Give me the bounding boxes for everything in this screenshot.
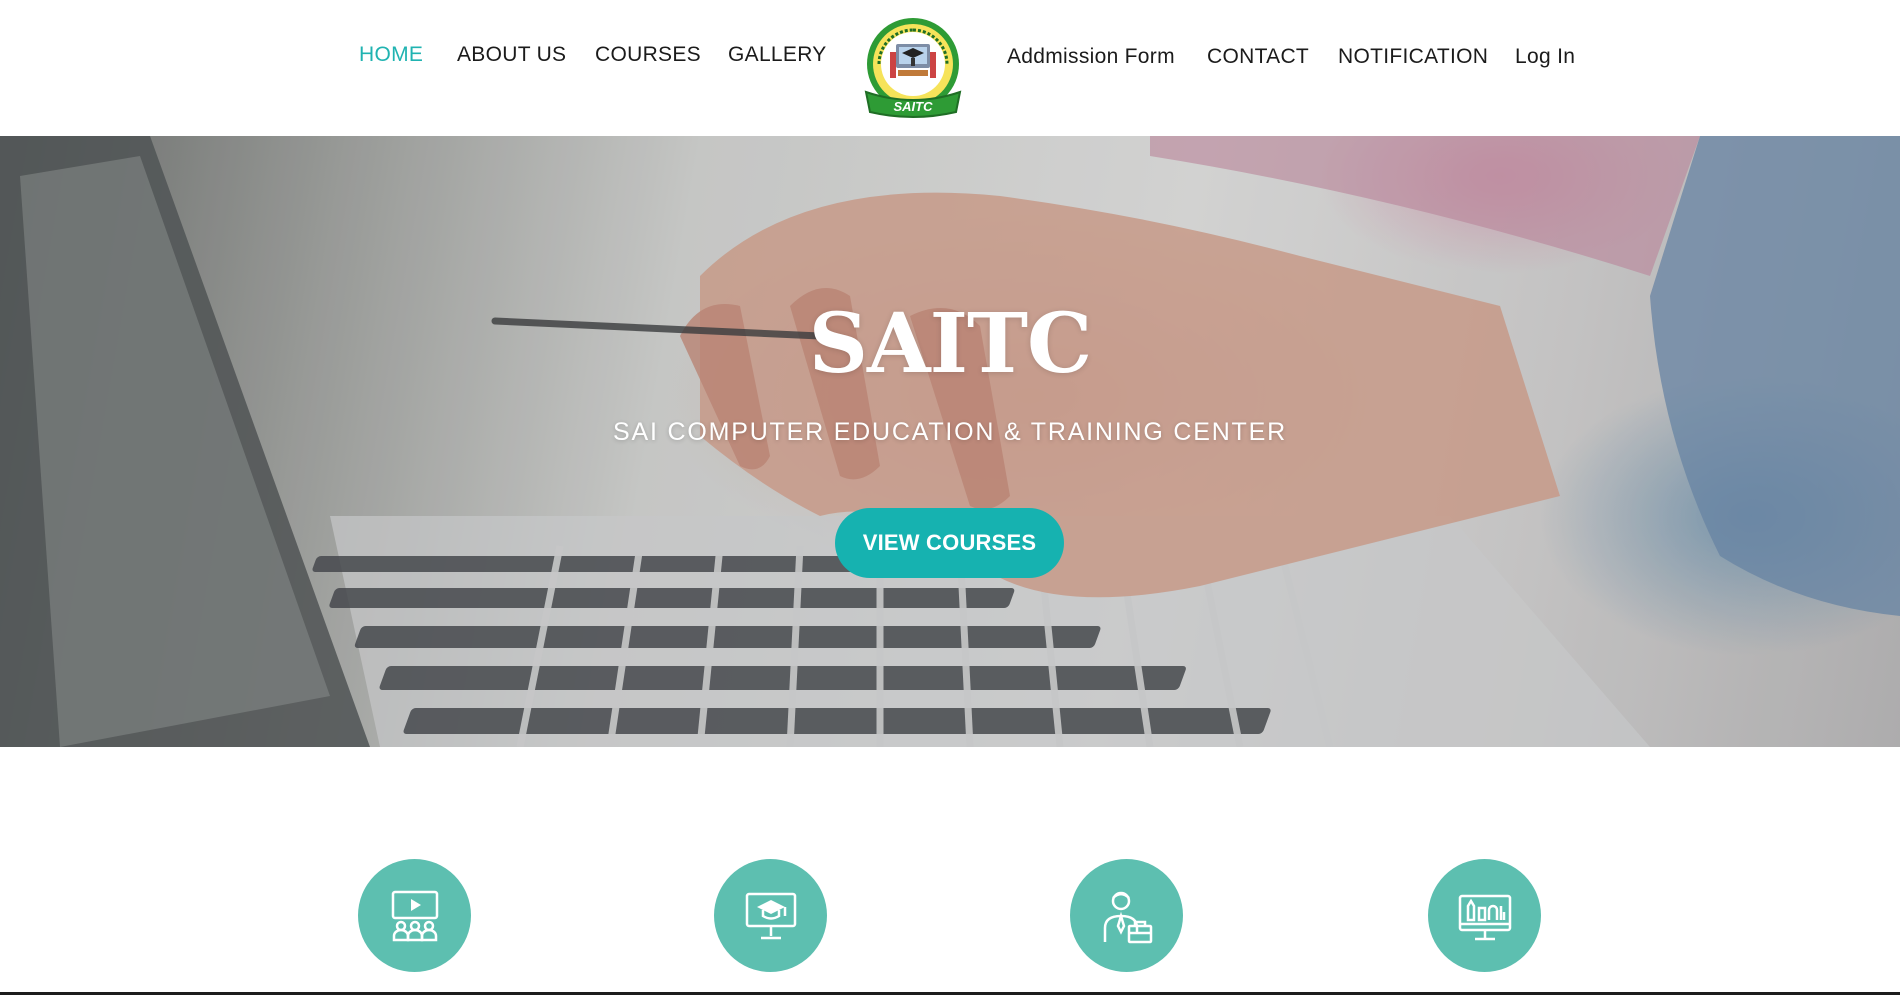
logo-banner-text: SAITC [894,99,934,114]
nav-about-us[interactable]: ABOUT US [457,43,566,67]
site-header: HOME ABOUT US COURSES GALLERY SAITC Addm… [0,0,1900,136]
video-class-icon [391,890,438,941]
site-logo[interactable]: SAITC [860,12,966,124]
nav-notification[interactable]: NOTIFICATION [1338,45,1488,69]
hero-subtitle: SAI COMPUTER EDUCATION & TRAINING CENTER [613,418,1287,446]
nav-courses[interactable]: COURSES [595,43,701,67]
computer-design-icon [1458,894,1511,940]
feature-professional-instructor[interactable] [1070,859,1183,972]
feature-video-class[interactable] [358,859,471,972]
nav-contact[interactable]: CONTACT [1207,45,1309,69]
hero-banner: SAITC SAI COMPUTER EDUCATION & TRAINING … [0,136,1900,747]
feature-computer-design[interactable] [1428,859,1541,972]
nav-home[interactable]: HOME [359,43,423,67]
feature-online-graduation[interactable] [714,859,827,972]
nav-gallery[interactable]: GALLERY [728,43,827,67]
nav-log-in[interactable]: Log In [1515,45,1575,69]
professional-instructor-icon [1103,891,1152,943]
saitc-logo-icon: SAITC [864,18,962,118]
view-courses-button[interactable]: VIEW COURSES [835,508,1064,578]
online-graduation-icon [745,892,796,939]
hero-title: SAITC [808,296,1092,392]
nav-admission-form[interactable]: Addmission Form [1007,45,1175,69]
